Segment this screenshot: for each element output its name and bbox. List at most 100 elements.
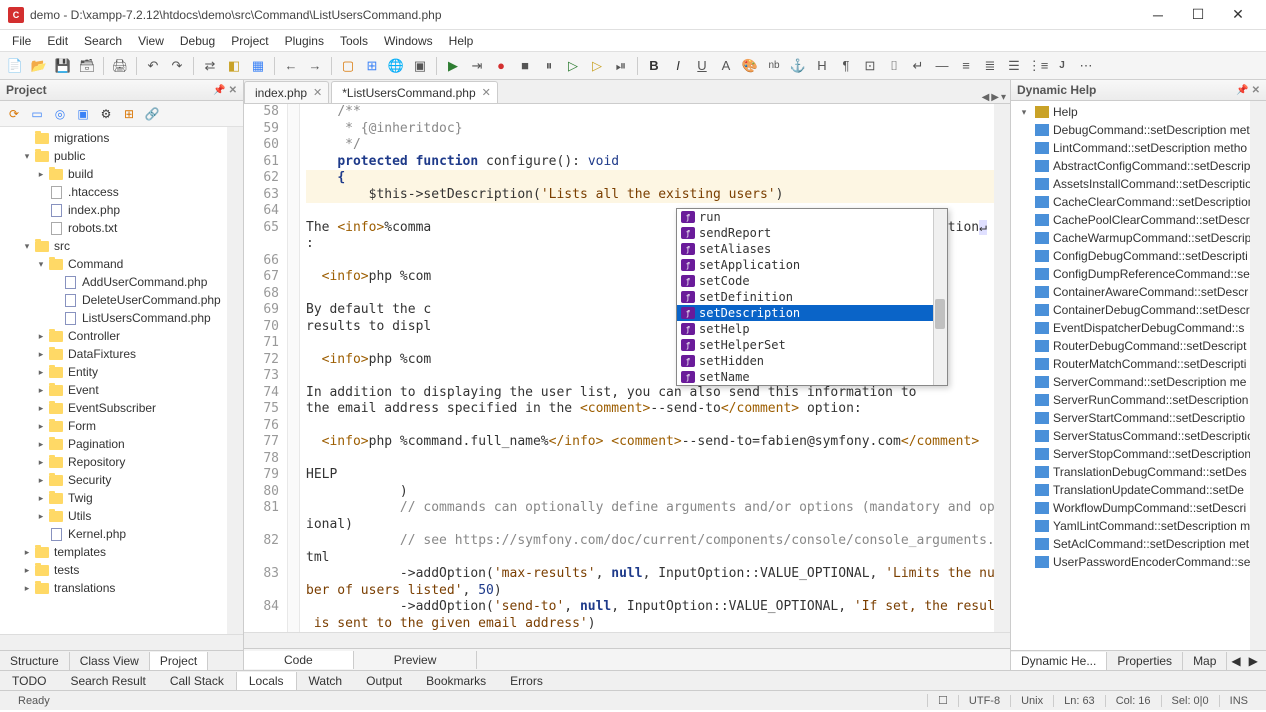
help-item[interactable]: DebugCommand::setDescription met: [1011, 121, 1266, 139]
tree-item[interactable]: ▾src: [0, 237, 243, 255]
tab-scroll-right-icon[interactable]: ▶: [991, 92, 999, 103]
help-item[interactable]: UserPasswordEncoderCommand::se: [1011, 553, 1266, 571]
tree-item[interactable]: ▸Controller: [0, 327, 243, 345]
panel-tab[interactable]: Structure: [0, 652, 70, 670]
tree-item[interactable]: ListUsersCommand.php: [0, 309, 243, 327]
editor-view-tab[interactable]: Preview: [354, 651, 478, 669]
tree-item[interactable]: AddUserCommand.php: [0, 273, 243, 291]
tree-item[interactable]: ▸Entity: [0, 363, 243, 381]
help-tree[interactable]: ▾HelpDebugCommand::setDescription metLin…: [1011, 101, 1266, 650]
tab-scroll-left-icon[interactable]: ◀: [982, 92, 990, 103]
editor-view-tab[interactable]: Code: [244, 651, 354, 669]
autocomplete-item[interactable]: ƒsetDescription: [677, 305, 947, 321]
help-item[interactable]: AssetsInstallCommand::setDescriptio: [1011, 175, 1266, 193]
help-item[interactable]: ServerRunCommand::setDescription: [1011, 391, 1266, 409]
tree-item[interactable]: ▸Twig: [0, 489, 243, 507]
autocomplete-popup[interactable]: ƒrunƒsendReportƒsetAliasesƒsetApplicatio…: [676, 208, 948, 386]
tree-item[interactable]: migrations: [0, 129, 243, 147]
step-into-icon[interactable]: ⏯: [610, 55, 632, 77]
help-scrollbar[interactable]: [1250, 101, 1266, 650]
underline-icon[interactable]: U: [691, 55, 713, 77]
menu-tools[interactable]: Tools: [332, 32, 376, 50]
help-item[interactable]: AbstractConfigCommand::setDescrip: [1011, 157, 1266, 175]
tree-item[interactable]: index.php: [0, 201, 243, 219]
autocomplete-item[interactable]: ƒsetHelp: [677, 321, 947, 337]
tree-arrow-icon[interactable]: ▸: [34, 349, 48, 360]
project-tree[interactable]: migrations▾public▸build.htaccessindex.ph…: [0, 127, 243, 634]
tree-arrow-icon[interactable]: ▾: [20, 151, 34, 162]
br-icon[interactable]: ↵: [907, 55, 929, 77]
tree-arrow-icon[interactable]: ▾: [20, 241, 34, 252]
help-item[interactable]: ConfigDebugCommand::setDescripti: [1011, 247, 1266, 265]
print-icon[interactable]: 🖨: [109, 55, 131, 77]
tree-arrow-icon[interactable]: ▸: [20, 547, 34, 558]
tree-item[interactable]: robots.txt: [0, 219, 243, 237]
tab-menu-icon[interactable]: ▾: [1001, 92, 1006, 103]
panel-tab[interactable]: Project: [150, 652, 208, 670]
js-icon[interactable]: J: [1051, 55, 1073, 77]
tree-item[interactable]: ▾public: [0, 147, 243, 165]
autocomplete-item[interactable]: ƒsetApplication: [677, 257, 947, 273]
pin-icon[interactable]: 📌 ✕: [213, 85, 237, 96]
help-item[interactable]: ContainerAwareCommand::setDescr: [1011, 283, 1266, 301]
filter-icon[interactable]: ▣: [73, 104, 93, 124]
align-right-icon[interactable]: ☰: [1003, 55, 1025, 77]
editor-tab[interactable]: index.php✕: [244, 81, 329, 103]
status-encoding[interactable]: UTF-8: [958, 695, 1010, 707]
step-icon[interactable]: ⇥: [466, 55, 488, 77]
bottom-tab[interactable]: Search Result: [58, 672, 157, 690]
table-icon[interactable]: ⊞: [361, 55, 383, 77]
maximize-button[interactable]: ☐: [1178, 1, 1218, 29]
save-all-icon[interactable]: 🗃: [76, 55, 98, 77]
help-item[interactable]: RouterDebugCommand::setDescript: [1011, 337, 1266, 355]
redo-icon[interactable]: ↷: [166, 55, 188, 77]
editor-scrollbar-h[interactable]: [244, 632, 1010, 648]
bottom-tab[interactable]: Output: [354, 672, 414, 690]
editor-body[interactable]: 5859606162636465666768697071727374757677…: [244, 104, 1010, 632]
tree-item[interactable]: .htaccess: [0, 183, 243, 201]
tree-arrow-icon[interactable]: ▸: [34, 385, 48, 396]
tree-item[interactable]: ▸templates: [0, 543, 243, 561]
bottom-tab[interactable]: Bookmarks: [414, 672, 498, 690]
pause-icon[interactable]: ⏸: [538, 55, 560, 77]
help-item[interactable]: YamlLintCommand::setDescription m: [1011, 517, 1266, 535]
div-icon[interactable]: ⊡: [859, 55, 881, 77]
hr-icon[interactable]: —: [931, 55, 953, 77]
panel-tab[interactable]: Properties: [1107, 652, 1183, 670]
bottom-tab[interactable]: TODO: [0, 672, 58, 690]
tab-close-icon[interactable]: ✕: [482, 86, 491, 99]
project-scroll-h[interactable]: [0, 634, 243, 650]
continue-icon[interactable]: ▷: [562, 55, 584, 77]
tree-item[interactable]: ▸Security: [0, 471, 243, 489]
tree-item[interactable]: ▸Repository: [0, 453, 243, 471]
settings-icon[interactable]: ⚙: [96, 104, 116, 124]
minimize-button[interactable]: ─: [1138, 1, 1178, 29]
tree-item[interactable]: ▾Command: [0, 255, 243, 273]
new-file-icon[interactable]: 📄: [4, 55, 26, 77]
bold-icon[interactable]: B: [643, 55, 665, 77]
help-item[interactable]: ServerStartCommand::setDescriptio: [1011, 409, 1266, 427]
heading-icon[interactable]: H: [811, 55, 833, 77]
tree-arrow-icon[interactable]: ▾: [34, 259, 48, 270]
autocomplete-scrollbar[interactable]: [933, 209, 947, 385]
align-center-icon[interactable]: ≣: [979, 55, 1001, 77]
help-item[interactable]: TranslationDebugCommand::setDes: [1011, 463, 1266, 481]
autocomplete-item[interactable]: ƒrun: [677, 209, 947, 225]
breakpoint-icon[interactable]: ●: [490, 55, 512, 77]
tree-arrow-icon[interactable]: ▸: [20, 565, 34, 576]
help-item[interactable]: WorkflowDumpCommand::setDescri: [1011, 499, 1266, 517]
tab-nav-left-icon[interactable]: ◀: [1227, 654, 1244, 668]
refresh-icon[interactable]: ⟳: [4, 104, 24, 124]
menu-project[interactable]: Project: [223, 32, 276, 50]
panel-tab[interactable]: Class View: [70, 652, 150, 670]
panel-tab[interactable]: Map: [1183, 652, 1227, 670]
tree-item[interactable]: ▸build: [0, 165, 243, 183]
tree-item[interactable]: ▸EventSubscriber: [0, 399, 243, 417]
undo-icon[interactable]: ↶: [142, 55, 164, 77]
tree-arrow-icon[interactable]: ▸: [20, 583, 34, 594]
menu-plugins[interactable]: Plugins: [277, 32, 332, 50]
editor-scrollbar-v[interactable]: [994, 104, 1010, 632]
help-item[interactable]: ServerStopCommand::setDescription: [1011, 445, 1266, 463]
help-root[interactable]: ▾Help: [1011, 103, 1266, 121]
help-item[interactable]: CachePoolClearCommand::setDescri: [1011, 211, 1266, 229]
